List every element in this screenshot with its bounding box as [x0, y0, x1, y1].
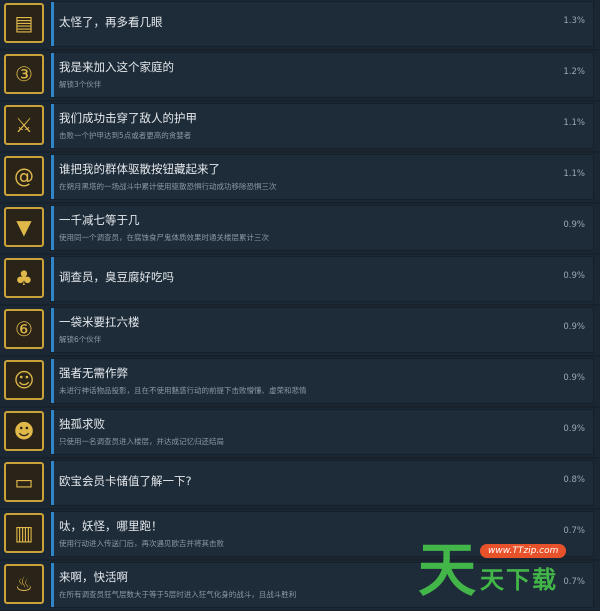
- achievement-card: 谁把我的群体驱散按钮藏起来了在朔月黑塔的一场战斗中累计使用驱散恐惧行动成功移除恐…: [50, 154, 594, 200]
- achievement-unlock-percentage: 0.8%: [563, 475, 585, 485]
- watermark-logo: 天: [418, 535, 477, 604]
- achievement-description: 只使用一名调查员进入楼层，并达成记忆归还结局: [59, 437, 224, 446]
- achievement-unlock-percentage: 0.9%: [563, 322, 585, 332]
- achievement-row[interactable]: ▼ 一千减七等于几使用同一个调查员，在腐蚀食尸鬼体质效果时通关楼层累计三次 0.9%: [0, 204, 600, 253]
- warrior-icon: ☺: [4, 360, 44, 400]
- creature-icon: ♣: [4, 258, 44, 298]
- achievement-unlock-percentage: 1.1%: [563, 169, 585, 179]
- achievement-row[interactable]: ⑥ 一袋米要扛六楼解锁6个伙伴 0.9%: [0, 306, 600, 355]
- book-icon: ▤: [4, 3, 44, 43]
- achievement-title: 调查员，臭豆腐好吃吗: [59, 270, 174, 284]
- achievement-title: 来啊，快活啊: [59, 570, 128, 584]
- achievement-card: 我们成功击穿了敌人的护甲击败一个护甲达到5点或者更高的贪婪者 1.1%: [50, 103, 594, 149]
- achievement-row[interactable]: @ 谁把我的群体驱散按钮藏起来了 在朔月黑塔的一场战斗中累计使用驱散恐惧行动成功移除…: [0, 153, 600, 202]
- watermark-text: 天下载: [480, 566, 559, 594]
- achievement-unlock-percentage: 0.9%: [563, 373, 585, 383]
- achievement-row[interactable]: ⚔ 我们成功击穿了敌人的护甲击败一个护甲达到5点或者更高的贪婪者 1.1%: [0, 102, 600, 151]
- achievement-card: 强者无需作弊未进行神话物品投影，且在不使用魅惑行动的前提下击败懵懂、虚荣和悲情 0…: [50, 358, 594, 404]
- achievement-unlock-percentage: 1.1%: [563, 118, 585, 128]
- crest-3-icon: ③: [4, 54, 44, 94]
- watermark-url: www.TTzip.com: [480, 544, 567, 558]
- crest-6-icon: ⑥: [4, 309, 44, 349]
- achievement-title: 呔，妖怪，哪里跑！: [59, 519, 163, 533]
- achievement-card: 一袋米要扛六楼解锁6个伙伴 0.9%: [50, 307, 594, 353]
- achievement-title: 一千减七等于几: [59, 213, 140, 227]
- achievement-description: 未进行神话物品投影，且在不使用魅惑行动的前提下击败懵懂、虚荣和悲情: [59, 386, 307, 395]
- card-icon: ▭: [4, 462, 44, 502]
- achievement-unlock-percentage: 1.2%: [563, 67, 585, 77]
- achievement-title: 我是来加入这个家庭的: [59, 60, 174, 74]
- achievement-card: 独孤求败只使用一名调查员进入楼层，并达成记忆归还结局 0.9%: [50, 409, 594, 455]
- achievement-card: 调查员，臭豆腐好吃吗 0.9%: [50, 256, 594, 302]
- achievement-description: 解锁3个伙伴: [59, 80, 102, 89]
- exit-door-icon: ▥: [4, 513, 44, 553]
- achievement-unlock-percentage: 1.3%: [563, 16, 585, 26]
- achievement-title: 强者无需作弊: [59, 366, 128, 380]
- lone-investigator-icon: ☻: [4, 411, 44, 451]
- achievement-description: 击败一个护甲达到5点或者更高的贪婪者: [59, 131, 192, 140]
- achievement-row[interactable]: ☻ 独孤求败只使用一名调查员进入楼层，并达成记忆归还结局 0.9%: [0, 408, 600, 457]
- achievement-row[interactable]: ▤ 太怪了，再多看几眼 1.3%: [0, 0, 600, 49]
- achievement-description: 解锁6个伙伴: [59, 335, 102, 344]
- achievement-row[interactable]: ♣ 调查员，臭豆腐好吃吗 0.9%: [0, 255, 600, 304]
- achievement-unlock-percentage: 0.9%: [563, 220, 585, 230]
- achievement-title: 欧宝会员卡储值了解一下?: [59, 474, 192, 488]
- achievement-description: 在所有调查员狂气层数大于等于5层时进入狂气化身的战斗，且战斗胜利: [59, 590, 297, 599]
- achievement-description: 使用行动进入传送门后，再次遇见欧吉并将其击败: [59, 539, 224, 548]
- achievement-title: 谁把我的群体驱散按钮藏起来了: [59, 162, 220, 176]
- achievement-description: 在朔月黑塔的一场战斗中累计使用驱散恐惧行动成功移除恐惧三次: [59, 182, 277, 191]
- armor-break-icon: ⚔: [4, 105, 44, 145]
- achievement-title: 独孤求败: [59, 417, 105, 431]
- achievement-unlock-percentage: 0.9%: [563, 424, 585, 434]
- achievement-row[interactable]: ▭ 欧宝会员卡储值了解一下? 0.8%: [0, 459, 600, 508]
- site-watermark: 天 www.TTzip.com 天下载: [418, 528, 600, 611]
- achievement-description: 使用同一个调查员，在腐蚀食尸鬼体质效果时通关楼层累计三次: [59, 233, 269, 242]
- achievement-card: 一千减七等于几使用同一个调查员，在腐蚀食尸鬼体质效果时通关楼层累计三次 0.9%: [50, 205, 594, 251]
- spiral-icon: @: [4, 156, 44, 196]
- achievement-card: 欧宝会员卡储值了解一下? 0.8%: [50, 460, 594, 506]
- achievement-card: 我是来加入这个家庭的解锁3个伙伴 1.2%: [50, 52, 594, 98]
- achievement-title: 我们成功击穿了敌人的护甲: [59, 111, 197, 125]
- frenzy-icon: ♨: [4, 564, 44, 604]
- achievement-row[interactable]: ③ 我是来加入这个家庭的解锁3个伙伴 1.2%: [0, 51, 600, 100]
- achievement-title: 太怪了，再多看几眼: [59, 15, 163, 29]
- fanged-mouth-icon: ▼: [4, 207, 44, 247]
- achievement-card: 太怪了，再多看几眼 1.3%: [50, 1, 594, 47]
- achievement-row[interactable]: ☺ 强者无需作弊 未进行神话物品投影，且在不使用魅惑行动的前提下击败懵懂、虚荣和悲情…: [0, 357, 600, 406]
- achievement-title: 一袋米要扛六楼: [59, 315, 140, 329]
- achievement-unlock-percentage: 0.9%: [563, 271, 585, 281]
